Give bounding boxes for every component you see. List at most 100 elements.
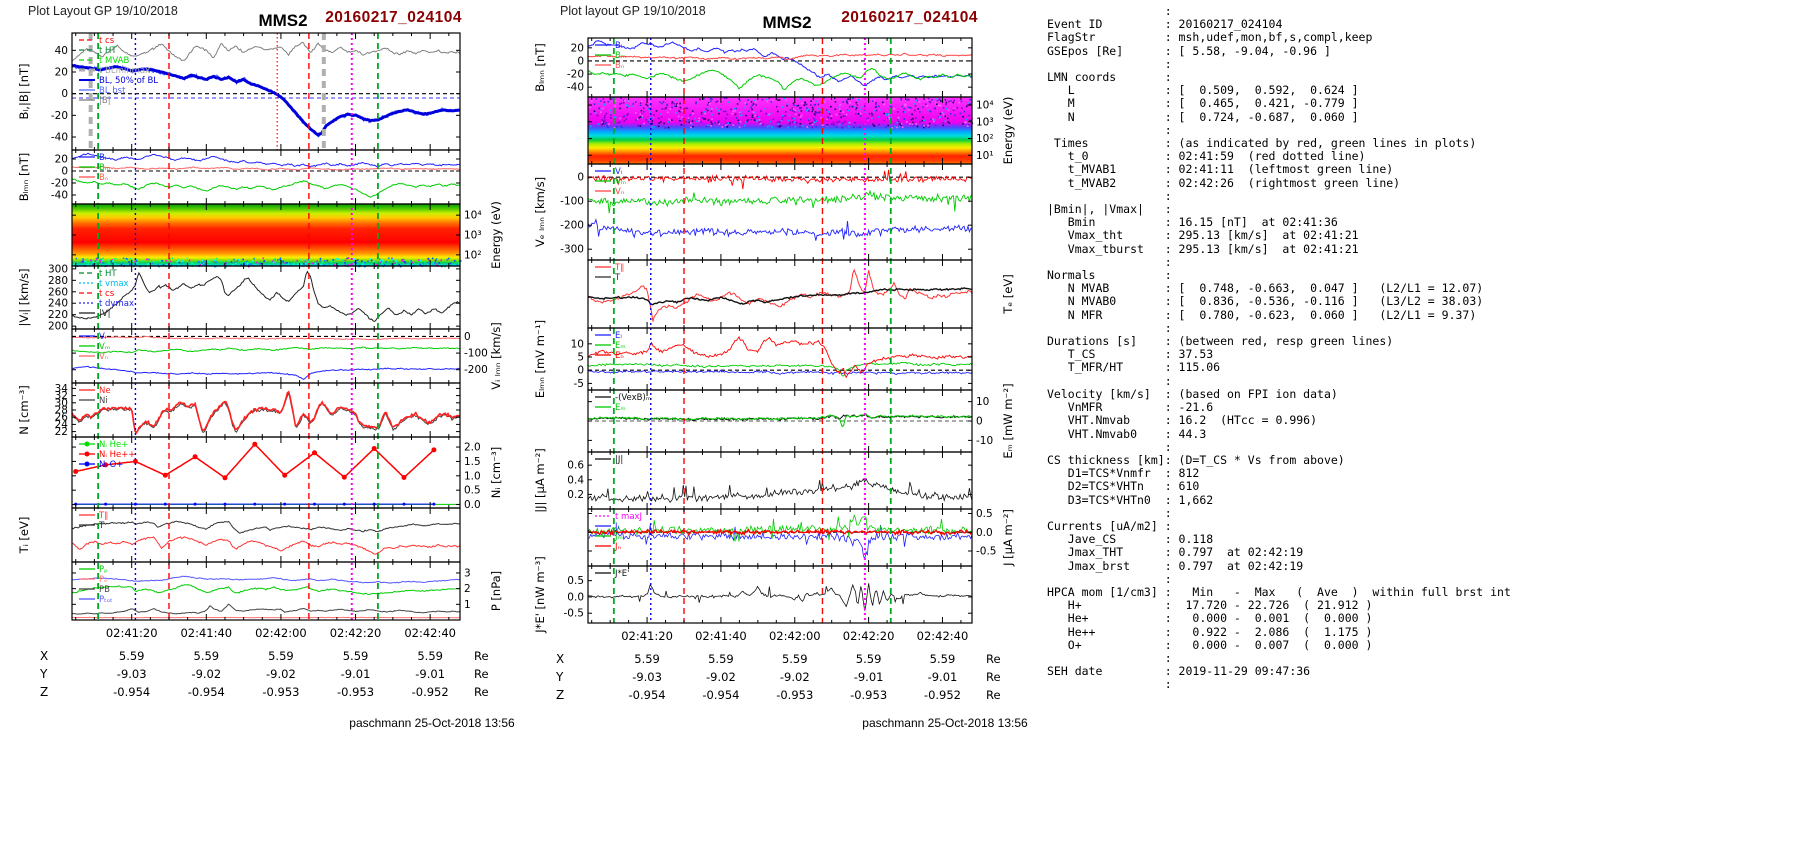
svg-text:Vₙ: Vₙ <box>615 187 624 197</box>
middle-figure-te <box>588 268 972 322</box>
svg-text:Vᵢ ₗₘₙ [km/s]: Vᵢ ₗₘₙ [km/s] <box>489 322 503 390</box>
svg-text:5.59: 5.59 <box>194 649 220 663</box>
left-figure-vi-lmn <box>72 335 460 380</box>
middle-figure-footer: paschmann 25-Oct-2018 13:56 <box>862 716 1028 730</box>
svg-text:0: 0 <box>976 416 983 428</box>
svg-text:-0.5: -0.5 <box>976 546 997 558</box>
svg-text:Vₗ: Vₗ <box>99 332 106 342</box>
middle-figure-event-id: 20160217_024104 <box>841 9 978 26</box>
svg-text:Vₘ: Vₘ <box>615 177 626 187</box>
svg-text:X: X <box>556 652 564 666</box>
svg-text:Nᵢ He++: Nᵢ He++ <box>99 450 135 460</box>
svg-text:-9.01: -9.01 <box>928 670 958 684</box>
svg-text:-0.954: -0.954 <box>702 688 739 702</box>
left-figure-b-lmn <box>72 152 460 198</box>
svg-text:t HT: t HT <box>99 46 117 56</box>
svg-text:300: 300 <box>48 263 68 275</box>
left-figure-vi-mag <box>72 270 460 322</box>
mms-event-viewer: 40 20 0 -20 -40 Bₗ,|B| [nT] t cs t HT t MVAB t BL… <box>0 0 1804 841</box>
svg-text:Bₗ: Bₗ <box>615 41 622 51</box>
svg-text:-100: -100 <box>560 196 584 208</box>
svg-text:20: 20 <box>571 42 584 54</box>
svg-text:10⁴: 10⁴ <box>976 100 994 112</box>
svg-text:J [μA m⁻²]: J [μA m⁻²] <box>1001 509 1015 567</box>
svg-text:-0.954: -0.954 <box>188 685 225 699</box>
svg-text:10⁴: 10⁴ <box>464 210 482 222</box>
svg-text:10²: 10² <box>464 249 482 261</box>
svg-text:|Vᵢ| [km/s]: |Vᵢ| [km/s] <box>17 268 31 326</box>
svg-text:Re: Re <box>986 688 1001 702</box>
left-figure: 40200-20-40Bₗ,|B| [nT]t cst HTt MVABt BL… <box>17 32 503 699</box>
svg-text:-0.5: -0.5 <box>564 608 585 620</box>
svg-text:t cs: t cs <box>99 289 115 299</box>
svg-text:10¹: 10¹ <box>976 150 994 162</box>
svg-text:-9.03: -9.03 <box>117 667 147 681</box>
left-figure-footer: paschmann 25-Oct-2018 13:56 <box>349 716 515 730</box>
svg-text:Vₘ: Vₘ <box>99 342 110 352</box>
svg-text:0: 0 <box>61 166 68 178</box>
svg-text:-100: -100 <box>464 348 488 360</box>
svg-text:Eₘ: Eₘ <box>615 403 626 413</box>
svg-text:Eₘ: Eₘ <box>615 341 626 351</box>
svg-text:22: 22 <box>55 426 68 438</box>
svg-text:|J|: |J| <box>615 455 623 465</box>
svg-text:02:42:40: 02:42:40 <box>917 629 969 643</box>
svg-text:|B|: |B| <box>99 96 111 106</box>
left-figure-bl-b <box>72 41 460 138</box>
svg-text:10³: 10³ <box>976 116 994 128</box>
svg-text:T∥: T∥ <box>98 511 108 521</box>
svg-text:Bₗₘₙ [nT]: Bₗₘₙ [nT] <box>533 43 547 92</box>
svg-text:Y: Y <box>555 670 564 684</box>
svg-text:P [nPa]: P [nPa] <box>489 571 503 611</box>
left-figure-ion-spectrogram <box>72 204 462 268</box>
svg-text:-10: -10 <box>976 435 993 447</box>
svg-text:Nᵢ O+: Nᵢ O+ <box>99 460 123 470</box>
svg-text:Z: Z <box>40 685 48 699</box>
svg-text:Re: Re <box>474 649 489 663</box>
middle-figure-e-lmn <box>588 335 972 379</box>
svg-text:5.59: 5.59 <box>119 649 145 663</box>
left-figure-pressure <box>72 575 460 619</box>
svg-text:PB: PB <box>99 585 110 595</box>
svg-text:5.59: 5.59 <box>856 652 882 666</box>
svg-text:0.2: 0.2 <box>567 489 584 501</box>
svg-text:Eₗₘₙ [mV m⁻¹]: Eₗₘₙ [mV m⁻¹] <box>533 320 547 398</box>
svg-text:Ne: Ne <box>99 386 111 396</box>
svg-text:-0.954: -0.954 <box>629 688 666 702</box>
svg-text:5.59: 5.59 <box>634 652 660 666</box>
svg-text:Vₑ ₗₘₙ [km/s]: Vₑ ₗₘₙ [km/s] <box>533 177 547 247</box>
svg-text:10: 10 <box>571 338 584 350</box>
svg-text:-9.01: -9.01 <box>415 667 445 681</box>
svg-text:Eₙ: Eₙ <box>615 351 624 361</box>
svg-text:-9.02: -9.02 <box>780 670 810 684</box>
svg-text:Ni: Ni <box>99 396 108 406</box>
middle-figure-electron-spectrogram <box>588 97 974 164</box>
svg-text:|J| [μA m⁻²]: |J| [μA m⁻²] <box>533 448 547 513</box>
middle-figure-header: Plot layout GP 19/10/2018 <box>560 4 706 18</box>
svg-text:T: T <box>614 273 621 283</box>
svg-text:Eₘ [mW m⁻²]: Eₘ [mW m⁻²] <box>1001 383 1015 458</box>
svg-text:Jₙ: Jₙ <box>614 542 621 552</box>
middle-figure-j-lmn <box>588 514 972 561</box>
svg-text:Energy (eV): Energy (eV) <box>489 201 503 269</box>
svg-text:-0.953: -0.953 <box>850 688 887 702</box>
svg-text:Tₑ [eV]: Tₑ [eV] <box>1001 274 1015 314</box>
svg-text:t vmax: t vmax <box>99 279 129 289</box>
svg-text:220: 220 <box>48 309 68 321</box>
plots-canvas: 40200-20-40Bₗ,|B| [nT]t cst HTt MVABt BL… <box>17 32 1015 702</box>
svg-text:02:41:20: 02:41:20 <box>106 626 158 640</box>
svg-text:0: 0 <box>61 88 68 100</box>
event-info-text: : Event ID : 20160217_024104 FlagStr : m… <box>1047 4 1511 692</box>
left-figure-header: Plot Layout GP 19/10/2018 <box>28 4 178 18</box>
svg-text:Re: Re <box>986 670 1001 684</box>
svg-text:-0.953: -0.953 <box>776 688 813 702</box>
svg-text:0.4: 0.4 <box>567 474 584 486</box>
svg-text:200: 200 <box>48 321 68 333</box>
svg-text:-9.01: -9.01 <box>854 670 884 684</box>
svg-text:260: 260 <box>48 286 68 298</box>
svg-text:240: 240 <box>48 298 68 310</box>
left-figure-n-density <box>72 390 460 435</box>
svg-text:0.0: 0.0 <box>567 591 584 603</box>
svg-text:-9.02: -9.02 <box>191 667 221 681</box>
svg-text:T: T <box>98 521 105 531</box>
